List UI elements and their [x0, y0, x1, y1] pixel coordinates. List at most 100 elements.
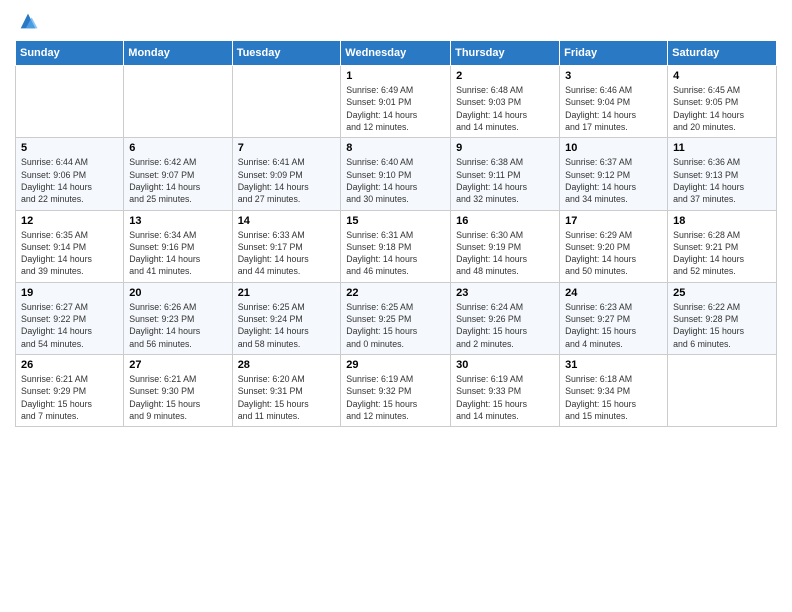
day-number: 16 [456, 215, 554, 227]
day-number: 18 [673, 215, 771, 227]
calendar-cell: 3 Sunrise: 6:46 AM Sunset: 9:04 PM Daylig… [560, 66, 668, 138]
day-info: Sunrise: 6:30 AM Sunset: 9:19 PM Dayligh… [456, 229, 554, 278]
day-info: Sunrise: 6:19 AM Sunset: 9:33 PM Dayligh… [456, 373, 554, 422]
day-info: Sunrise: 6:26 AM Sunset: 9:23 PM Dayligh… [129, 301, 226, 350]
day-info: Sunrise: 6:35 AM Sunset: 9:14 PM Dayligh… [21, 229, 118, 278]
calendar-cell [232, 66, 341, 138]
day-info: Sunrise: 6:21 AM Sunset: 9:30 PM Dayligh… [129, 373, 226, 422]
day-info: Sunrise: 6:34 AM Sunset: 9:16 PM Dayligh… [129, 229, 226, 278]
calendar-cell: 12 Sunrise: 6:35 AM Sunset: 9:14 PM Dayli… [16, 210, 124, 282]
dow-header: Friday [560, 41, 668, 66]
day-info: Sunrise: 6:46 AM Sunset: 9:04 PM Dayligh… [565, 84, 662, 133]
calendar-cell [16, 66, 124, 138]
calendar-cell: 20 Sunrise: 6:26 AM Sunset: 9:23 PM Dayli… [124, 282, 232, 354]
dow-header: Tuesday [232, 41, 341, 66]
day-info: Sunrise: 6:29 AM Sunset: 9:20 PM Dayligh… [565, 229, 662, 278]
calendar-cell: 5Sunrise: 6:44 AM Sunset: 9:06 PM Daylig… [16, 138, 124, 210]
day-number: 13 [129, 215, 226, 227]
calendar-cell: 4 Sunrise: 6:45 AM Sunset: 9:05 PM Daylig… [668, 66, 777, 138]
day-number: 21 [238, 287, 336, 299]
calendar-cell: 21 Sunrise: 6:25 AM Sunset: 9:24 PM Dayli… [232, 282, 341, 354]
calendar-cell: 2Sunrise: 6:48 AM Sunset: 9:03 PM Daylig… [451, 66, 560, 138]
calendar-week-row: 19 Sunrise: 6:27 AM Sunset: 9:22 PM Dayli… [16, 282, 777, 354]
day-number: 19 [21, 287, 118, 299]
day-info: Sunrise: 6:45 AM Sunset: 9:05 PM Dayligh… [673, 84, 771, 133]
day-number: 12 [21, 215, 118, 227]
calendar-cell: 10 Sunrise: 6:37 AM Sunset: 9:12 PM Dayli… [560, 138, 668, 210]
day-number: 24 [565, 287, 662, 299]
day-info: Sunrise: 6:33 AM Sunset: 9:17 PM Dayligh… [238, 229, 336, 278]
calendar-cell: 9 Sunrise: 6:38 AM Sunset: 9:11 PM Daylig… [451, 138, 560, 210]
day-info: Sunrise: 6:31 AM Sunset: 9:18 PM Dayligh… [346, 229, 445, 278]
day-number: 7 [238, 142, 336, 154]
day-number: 28 [238, 359, 336, 371]
day-number: 26 [21, 359, 118, 371]
day-number: 9 [456, 142, 554, 154]
day-info: Sunrise: 6:25 AM Sunset: 9:25 PM Dayligh… [346, 301, 445, 350]
day-info: Sunrise: 6:37 AM Sunset: 9:12 PM Dayligh… [565, 156, 662, 205]
day-info: Sunrise: 6:42 AM Sunset: 9:07 PM Dayligh… [129, 156, 226, 205]
day-number: 10 [565, 142, 662, 154]
day-number: 22 [346, 287, 445, 299]
calendar: SundayMondayTuesdayWednesdayThursdayFrid… [15, 40, 777, 427]
day-number: 8 [346, 142, 445, 154]
day-number: 15 [346, 215, 445, 227]
calendar-cell: 27 Sunrise: 6:21 AM Sunset: 9:30 PM Dayli… [124, 355, 232, 427]
day-info: Sunrise: 6:38 AM Sunset: 9:11 PM Dayligh… [456, 156, 554, 205]
day-number: 30 [456, 359, 554, 371]
day-number: 27 [129, 359, 226, 371]
day-info: Sunrise: 6:18 AM Sunset: 9:34 PM Dayligh… [565, 373, 662, 422]
day-info: Sunrise: 6:28 AM Sunset: 9:21 PM Dayligh… [673, 229, 771, 278]
dow-header: Wednesday [341, 41, 451, 66]
calendar-cell: 25 Sunrise: 6:22 AM Sunset: 9:28 PM Dayli… [668, 282, 777, 354]
day-info: Sunrise: 6:41 AM Sunset: 9:09 PM Dayligh… [238, 156, 336, 205]
day-info: Sunrise: 6:22 AM Sunset: 9:28 PM Dayligh… [673, 301, 771, 350]
day-number: 11 [673, 142, 771, 154]
calendar-cell: 23 Sunrise: 6:24 AM Sunset: 9:26 PM Dayli… [451, 282, 560, 354]
day-number: 3 [565, 70, 662, 82]
day-number: 2 [456, 70, 554, 82]
calendar-cell: 31 Sunrise: 6:18 AM Sunset: 9:34 PM Dayli… [560, 355, 668, 427]
day-info: Sunrise: 6:24 AM Sunset: 9:26 PM Dayligh… [456, 301, 554, 350]
day-number: 29 [346, 359, 445, 371]
calendar-cell: 30 Sunrise: 6:19 AM Sunset: 9:33 PM Dayli… [451, 355, 560, 427]
day-number: 25 [673, 287, 771, 299]
day-number: 6 [129, 142, 226, 154]
calendar-week-row: 1 Sunrise: 6:49 AM Sunset: 9:01 PM Daylig… [16, 66, 777, 138]
day-info: Sunrise: 6:49 AM Sunset: 9:01 PM Dayligh… [346, 84, 445, 133]
day-number: 20 [129, 287, 226, 299]
calendar-cell: 17 Sunrise: 6:29 AM Sunset: 9:20 PM Dayli… [560, 210, 668, 282]
logo [15, 10, 39, 32]
calendar-cell: 28 Sunrise: 6:20 AM Sunset: 9:31 PM Dayli… [232, 355, 341, 427]
day-of-week-row: SundayMondayTuesdayWednesdayThursdayFrid… [16, 41, 777, 66]
day-number: 1 [346, 70, 445, 82]
calendar-cell: 13 Sunrise: 6:34 AM Sunset: 9:16 PM Dayli… [124, 210, 232, 282]
day-number: 4 [673, 70, 771, 82]
logo-icon [17, 10, 39, 32]
header [15, 10, 777, 32]
page: SundayMondayTuesdayWednesdayThursdayFrid… [0, 0, 792, 612]
calendar-cell: 22 Sunrise: 6:25 AM Sunset: 9:25 PM Dayli… [341, 282, 451, 354]
calendar-cell [668, 355, 777, 427]
day-info: Sunrise: 6:23 AM Sunset: 9:27 PM Dayligh… [565, 301, 662, 350]
calendar-cell: 18 Sunrise: 6:28 AM Sunset: 9:21 PM Dayli… [668, 210, 777, 282]
calendar-cell: 15 Sunrise: 6:31 AM Sunset: 9:18 PM Dayli… [341, 210, 451, 282]
day-number: 31 [565, 359, 662, 371]
day-info: Sunrise: 6:25 AM Sunset: 9:24 PM Dayligh… [238, 301, 336, 350]
calendar-cell: 26 Sunrise: 6:21 AM Sunset: 9:29 PM Dayli… [16, 355, 124, 427]
calendar-cell: 16 Sunrise: 6:30 AM Sunset: 9:19 PM Dayli… [451, 210, 560, 282]
day-info: Sunrise: 6:40 AM Sunset: 9:10 PM Dayligh… [346, 156, 445, 205]
day-info: Sunrise: 6:21 AM Sunset: 9:29 PM Dayligh… [21, 373, 118, 422]
calendar-week-row: 5Sunrise: 6:44 AM Sunset: 9:06 PM Daylig… [16, 138, 777, 210]
day-info: Sunrise: 6:19 AM Sunset: 9:32 PM Dayligh… [346, 373, 445, 422]
day-info: Sunrise: 6:27 AM Sunset: 9:22 PM Dayligh… [21, 301, 118, 350]
day-number: 23 [456, 287, 554, 299]
day-info: Sunrise: 6:36 AM Sunset: 9:13 PM Dayligh… [673, 156, 771, 205]
calendar-cell: 29 Sunrise: 6:19 AM Sunset: 9:32 PM Dayli… [341, 355, 451, 427]
calendar-cell [124, 66, 232, 138]
day-number: 17 [565, 215, 662, 227]
day-number: 14 [238, 215, 336, 227]
day-info: Sunrise: 6:20 AM Sunset: 9:31 PM Dayligh… [238, 373, 336, 422]
calendar-week-row: 26 Sunrise: 6:21 AM Sunset: 9:29 PM Dayli… [16, 355, 777, 427]
calendar-cell: 11 Sunrise: 6:36 AM Sunset: 9:13 PM Dayli… [668, 138, 777, 210]
